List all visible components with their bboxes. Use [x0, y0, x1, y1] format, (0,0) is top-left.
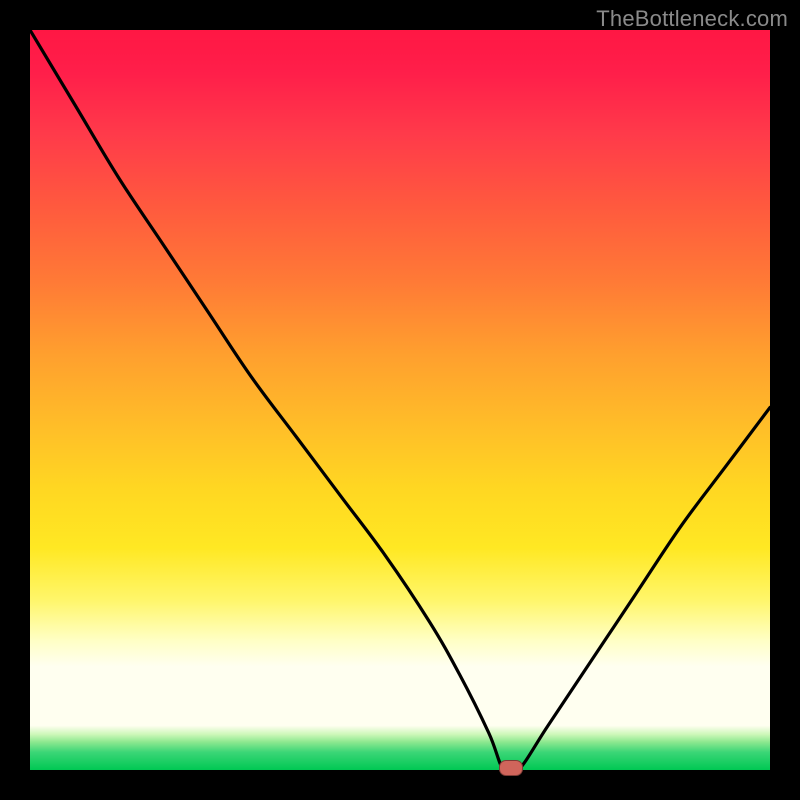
optimal-point-marker	[499, 760, 523, 776]
bottleneck-curve	[30, 30, 770, 770]
chart-frame: TheBottleneck.com	[0, 0, 800, 800]
plot-area	[30, 30, 770, 770]
watermark-text: TheBottleneck.com	[596, 6, 788, 32]
